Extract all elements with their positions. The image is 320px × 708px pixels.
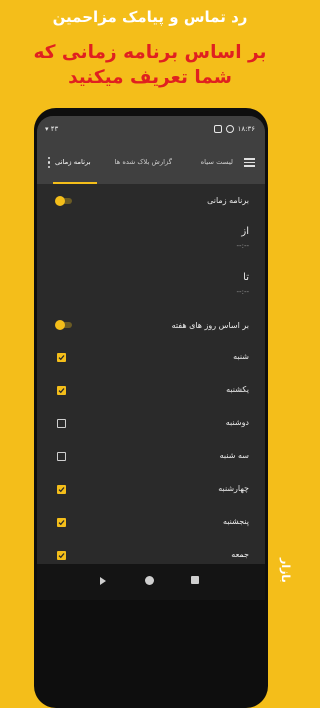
to-time[interactable]: --:-- xyxy=(237,288,249,296)
by-weekday-toggle[interactable] xyxy=(55,320,73,330)
weekday-checkbox[interactable] xyxy=(57,452,66,461)
weekday-label: چهارشنبه xyxy=(218,484,249,493)
home-icon[interactable] xyxy=(145,576,154,585)
weekday-label: جمعه xyxy=(231,550,249,559)
weekday-label: دوشنبه xyxy=(225,418,249,427)
status-right: ۱۸:۳۶ xyxy=(213,125,255,133)
by-weekday-label: بر اساس روز های هفته xyxy=(171,321,249,330)
bazaar-logo: بازار xyxy=(279,557,292,583)
check-icon xyxy=(58,553,65,559)
promo-line-3: شما تعریف میکنید xyxy=(68,67,232,88)
weekday-checkbox[interactable] xyxy=(57,353,66,362)
check-icon xyxy=(58,355,65,361)
weekday-checkbox[interactable] xyxy=(57,386,66,395)
tab-blocked-report[interactable]: گزارش بلاک شده ها xyxy=(115,158,172,166)
back-icon[interactable] xyxy=(100,577,106,585)
recents-icon[interactable] xyxy=(191,576,199,584)
promo-subheadline: بر اساس برنامه زمانی که شما تعریف میکنید xyxy=(0,40,300,90)
alarm-icon xyxy=(225,125,234,133)
signal-icon: ▾ xyxy=(45,125,49,133)
check-icon xyxy=(58,487,65,493)
app-bar: لیست سیاه گزارش بلاک شده ها برنامه زمانی xyxy=(37,144,265,184)
network-label: ۴۳ xyxy=(50,125,59,133)
from-label[interactable]: از xyxy=(241,226,249,237)
promo-line-2: بر اساس برنامه زمانی که xyxy=(33,42,267,63)
weekday-label: سه شنبه xyxy=(219,451,249,460)
weekday-checkbox[interactable] xyxy=(57,518,66,527)
from-time[interactable]: --:-- xyxy=(237,242,249,250)
network-indicator: ▾ ۴۳ xyxy=(45,125,58,133)
phone-screen: ▾ ۴۳ ۱۸:۳۶ لیست سیاه گزارش بلاک شده ها ب… xyxy=(37,116,265,600)
status-bar: ▾ ۴۳ ۱۸:۳۶ xyxy=(37,116,265,144)
promo-headline: رد تماس و پیامک مزاحمین xyxy=(52,8,248,26)
hamburger-menu-icon[interactable] xyxy=(244,158,255,167)
tab-schedule[interactable]: برنامه زمانی xyxy=(55,158,91,166)
schedule-toggle[interactable] xyxy=(55,196,73,206)
weekday-checkbox[interactable] xyxy=(57,485,66,494)
weekday-label: یکشنبه xyxy=(226,385,249,394)
weekday-checkbox[interactable] xyxy=(57,419,66,428)
weekday-checkbox[interactable] xyxy=(57,551,66,560)
clock: ۱۸:۳۶ xyxy=(237,125,255,133)
to-label[interactable]: تا xyxy=(243,272,249,283)
check-icon xyxy=(58,520,65,526)
schedule-title: برنامه زمانی xyxy=(207,196,249,205)
by-weekday-toggle-knob xyxy=(55,320,65,330)
notification-icon xyxy=(213,125,222,133)
navigation-bar xyxy=(37,564,265,600)
schedule-settings: برنامه زمانی از --:-- تا --:-- بر اساس ر… xyxy=(37,184,265,564)
weekday-label: شنبه xyxy=(233,352,249,361)
tab-blacklist[interactable]: لیست سیاه xyxy=(201,158,233,166)
more-options-icon[interactable] xyxy=(48,157,51,170)
schedule-toggle-knob xyxy=(55,196,65,206)
weekday-label: پنجشنبه xyxy=(222,517,249,526)
check-icon xyxy=(58,388,65,394)
